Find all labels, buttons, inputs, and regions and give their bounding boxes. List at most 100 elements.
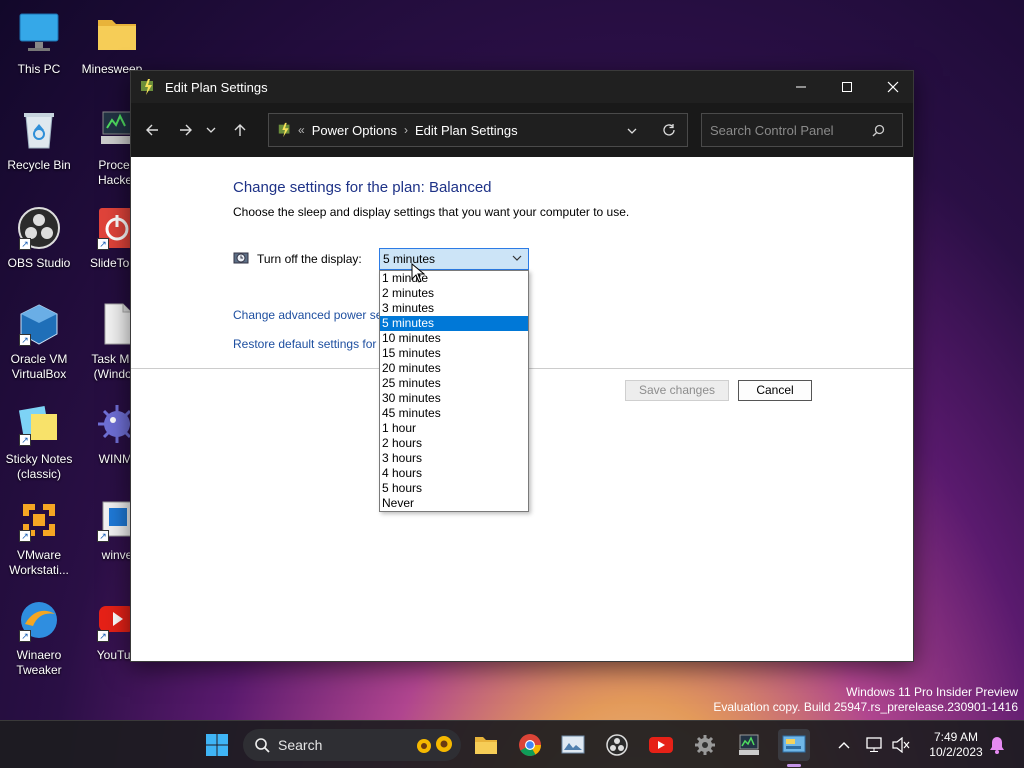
desktop-icon-winaero-tweaker[interactable]: ↗ Winaero Tweaker: [0, 598, 78, 678]
dropdown-option[interactable]: 10 minutes: [380, 331, 528, 346]
arrow-left-icon: [146, 124, 158, 136]
arrow-up-icon: [234, 124, 246, 136]
obs-icon: ↗: [17, 206, 61, 250]
shortcut-arrow-icon: ↗: [19, 530, 31, 542]
dropdown-option[interactable]: 15 minutes: [380, 346, 528, 361]
dropdown-option[interactable]: 2 hours: [380, 436, 528, 451]
back-button[interactable]: [137, 115, 167, 145]
dropdown-option[interactable]: 1 minute: [380, 271, 528, 286]
dropdown-option[interactable]: 3 minutes: [380, 301, 528, 316]
taskbar-process-hacker[interactable]: [733, 729, 765, 761]
dropdown-option[interactable]: 5 minutes: [380, 316, 528, 331]
chevron-down-icon: [627, 128, 637, 134]
dropdown-option[interactable]: 4 hours: [380, 466, 528, 481]
active-app-indicator: [787, 764, 801, 767]
close-button[interactable]: [870, 71, 916, 103]
desktop-icon-obs-studio[interactable]: ↗ OBS Studio: [0, 206, 78, 271]
close-icon: [887, 81, 899, 93]
change-advanced-power-settings-link[interactable]: Change advanced power se: [233, 308, 382, 322]
minimize-icon: [796, 86, 806, 88]
cancel-button[interactable]: Cancel: [738, 380, 812, 401]
taskbar-search-label: Search: [278, 737, 323, 753]
address-bar[interactable]: « Power Options › Edit Plan Settings: [268, 113, 688, 147]
search-icon[interactable]: [872, 124, 885, 137]
dropdown-option[interactable]: 45 minutes: [380, 406, 528, 421]
power-options-icon: [278, 122, 290, 138]
window-title: Edit Plan Settings: [165, 79, 268, 95]
bell-icon: [990, 737, 1004, 754]
minimize-button[interactable]: [778, 71, 824, 103]
system-clock[interactable]: 7:49 AM 10/2/2023: [920, 730, 992, 760]
taskbar-chrome[interactable]: [514, 729, 546, 761]
control-panel-icon: [782, 735, 806, 753]
sunflower-highlight-icon: [417, 736, 452, 753]
dropdown-option[interactable]: 5 hours: [380, 481, 528, 496]
dropdown-option[interactable]: 25 minutes: [380, 376, 528, 391]
desktop-icon-sticky-notes[interactable]: ↗ Sticky Notes (classic): [0, 402, 78, 482]
taskbar-file-explorer[interactable]: [470, 729, 502, 761]
address-history-dropdown[interactable]: [627, 125, 637, 139]
show-hidden-icons-button[interactable]: [829, 729, 859, 761]
clock-date: 10/2/2023: [929, 745, 983, 759]
chevron-down-icon: [512, 255, 522, 261]
dropdown-option[interactable]: 3 hours: [380, 451, 528, 466]
gear-icon: [695, 735, 715, 755]
dropdown-option[interactable]: 30 minutes: [380, 391, 528, 406]
recent-locations-button[interactable]: [201, 115, 221, 145]
taskbar-image-viewer[interactable]: [557, 729, 589, 761]
dropdown-option[interactable]: 2 minutes: [380, 286, 528, 301]
folder-icon: [95, 12, 139, 56]
taskbar-search[interactable]: Search: [243, 729, 461, 761]
search-input[interactable]: [702, 122, 872, 138]
search-box[interactable]: [701, 113, 903, 147]
taskbar-control-panel[interactable]: [778, 729, 810, 761]
shortcut-arrow-icon: ↗: [97, 630, 109, 642]
edit-plan-settings-window: Edit Plan Settings « Power Options › Edi…: [130, 70, 914, 662]
speaker-muted-icon: [892, 737, 910, 753]
shortcut-arrow-icon: ↗: [19, 434, 31, 446]
breadcrumb-power-options[interactable]: Power Options: [312, 123, 397, 138]
title-bar[interactable]: Edit Plan Settings: [131, 71, 913, 103]
start-button[interactable]: [201, 729, 233, 761]
breadcrumb-edit-plan-settings[interactable]: Edit Plan Settings: [415, 123, 518, 138]
refresh-icon: [663, 124, 675, 136]
desktop-icon-this-pc[interactable]: This PC: [0, 12, 78, 77]
desktop-icon-vmware[interactable]: ↗ VMware Workstati...: [0, 498, 78, 578]
taskbar-settings[interactable]: [689, 729, 721, 761]
desktop-icon-recycle-bin[interactable]: Recycle Bin: [0, 108, 78, 173]
restore-default-settings-link[interactable]: Restore default settings for t: [233, 337, 383, 351]
notifications-button[interactable]: [984, 729, 1010, 761]
monitor-icon: [17, 12, 61, 56]
shortcut-arrow-icon: ↗: [97, 530, 109, 542]
dropdown-option[interactable]: 1 hour: [380, 421, 528, 436]
dropdown-option[interactable]: Never: [380, 496, 528, 511]
sticky-notes-icon: ↗: [17, 402, 61, 446]
dropdown-option[interactable]: 20 minutes: [380, 361, 528, 376]
forward-button[interactable]: [171, 115, 201, 145]
page-title: Change settings for the plan: Balanced: [233, 179, 492, 196]
taskbar-youtube[interactable]: [645, 729, 677, 761]
process-hacker-icon: [739, 734, 759, 755]
winaero-icon: ↗: [17, 598, 61, 642]
refresh-button[interactable]: [662, 123, 676, 140]
page-description: Choose the sleep and display settings th…: [233, 205, 630, 219]
maximize-button[interactable]: [824, 71, 870, 103]
breadcrumb-separator: ›: [403, 123, 408, 137]
network-status-button[interactable]: [861, 729, 889, 761]
shortcut-arrow-icon: ↗: [19, 238, 31, 250]
taskbar-obs[interactable]: [601, 729, 633, 761]
virtualbox-icon: ↗: [17, 302, 61, 346]
navigation-bar: « Power Options › Edit Plan Settings: [131, 103, 913, 157]
search-icon: [255, 738, 270, 753]
breadcrumb-overflow[interactable]: «: [298, 123, 305, 137]
chevron-up-icon: [838, 742, 850, 749]
chevron-down-icon: [206, 127, 216, 133]
turn-off-display-options-list: 1 minute 2 minutes 3 minutes 5 minutes 10 mi…: [379, 270, 529, 512]
save-changes-button[interactable]: Save changes: [625, 380, 729, 401]
turn-off-display-select[interactable]: 5 minutes: [379, 248, 529, 270]
desktop-icon-minesweeper[interactable]: Minesweep...: [78, 12, 156, 77]
volume-button[interactable]: [887, 729, 915, 761]
shortcut-arrow-icon: ↗: [19, 334, 31, 346]
up-button[interactable]: [225, 115, 255, 145]
desktop-icon-virtualbox[interactable]: ↗ Oracle VM VirtualBox: [0, 302, 78, 382]
